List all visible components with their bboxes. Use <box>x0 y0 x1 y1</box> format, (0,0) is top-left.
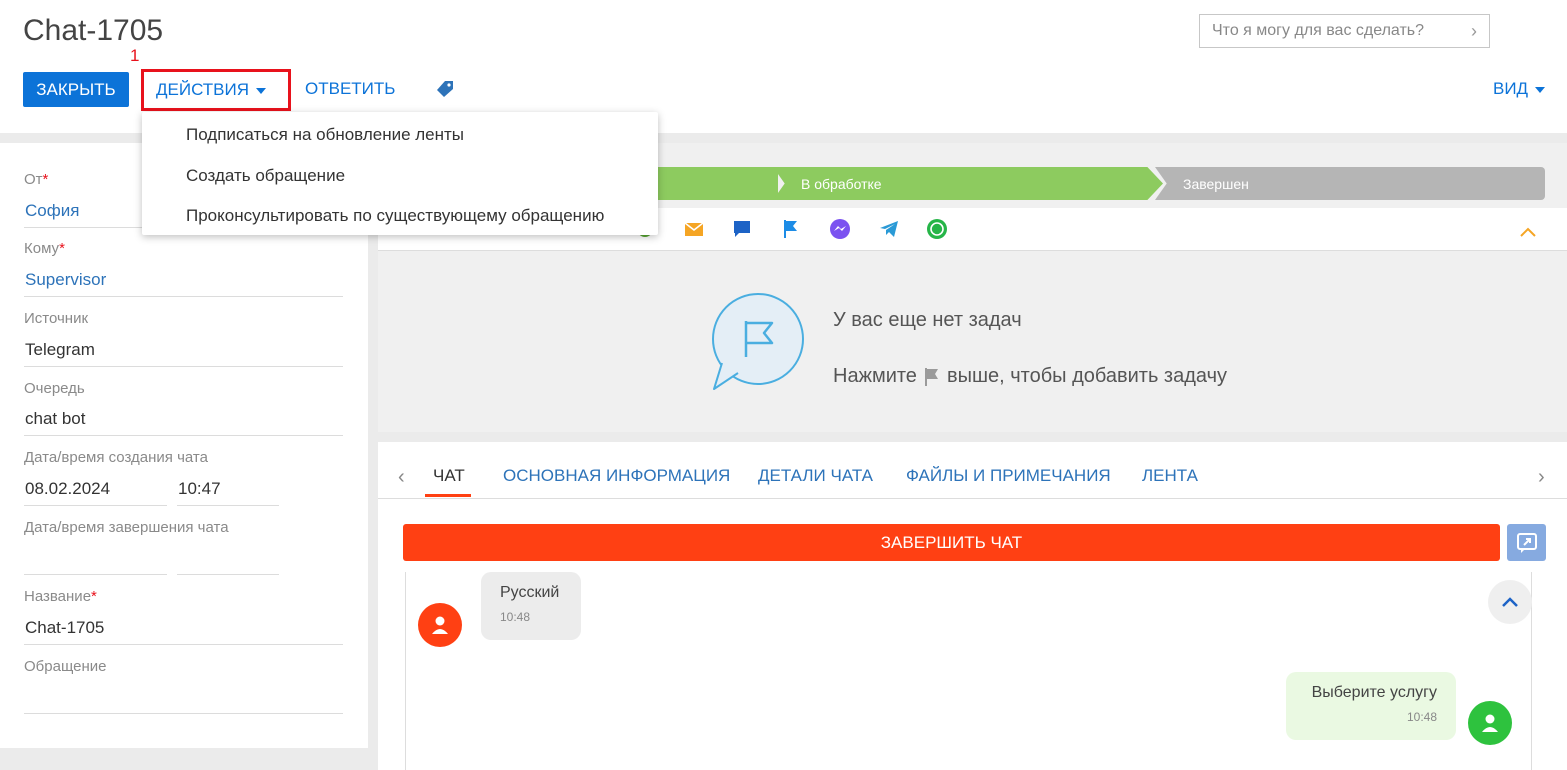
to-field[interactable]: Supervisor <box>25 270 106 290</box>
field-label-finished: Дата/время завершения чата <box>24 519 229 536</box>
field-label-name: Название* <box>24 588 97 605</box>
transfer-chat-button[interactable] <box>1507 524 1546 561</box>
menu-item-create-case[interactable]: Создать обращение <box>186 166 345 186</box>
stage-step[interactable]: Завершен <box>1155 167 1545 200</box>
tab-feed[interactable]: ЛЕНТА <box>1142 466 1198 486</box>
queue-field[interactable]: chat bot <box>25 409 86 429</box>
divider <box>177 505 279 506</box>
user-icon <box>432 616 448 634</box>
whatsapp-icon[interactable] <box>926 218 948 240</box>
close-button[interactable]: ЗАКРЫТЬ <box>23 72 129 107</box>
message-time: 10:48 <box>500 610 531 624</box>
actions-button[interactable]: ДЕЙСТВИЯ <box>141 69 291 111</box>
divider <box>24 435 343 436</box>
empty-tasks-hint: Нажмите выше, чтобы добавить задачу <box>833 365 1227 388</box>
field-label-created: Дата/время создания чата <box>24 449 208 466</box>
messenger-icon[interactable] <box>829 218 851 240</box>
field-label-to: Кому* <box>24 240 65 257</box>
stage-step[interactable]: В обработке <box>773 167 1163 200</box>
flag-icon[interactable] <box>780 218 802 240</box>
tab-chat-details[interactable]: ДЕТАЛИ ЧАТА <box>758 466 873 486</box>
avatar <box>418 603 462 647</box>
created-time-field[interactable]: 10:47 <box>178 479 221 499</box>
chevron-right-icon[interactable]: › <box>1538 466 1545 489</box>
flag-icon <box>924 367 938 386</box>
message-text: Русский <box>500 584 560 601</box>
active-tab-indicator <box>425 494 471 497</box>
chevron-up-icon <box>1502 597 1518 607</box>
chevron-left-icon[interactable]: ‹ <box>398 466 405 489</box>
message-outgoing: Выберите услугу 10:48 <box>1286 672 1456 740</box>
email-icon[interactable] <box>683 218 705 240</box>
view-button-label: ВИД <box>1493 79 1529 98</box>
annotation-marker: 1 <box>130 46 140 65</box>
name-field[interactable]: Chat-1705 <box>25 618 104 638</box>
transfer-icon <box>1516 532 1537 553</box>
hint-text: выше, чтобы добавить задачу <box>946 365 1227 387</box>
tab-files-notes[interactable]: ФАЙЛЫ И ПРИМЕЧАНИЯ <box>906 466 1111 486</box>
hint-text: Нажмите <box>833 365 917 387</box>
telegram-icon[interactable] <box>878 218 900 240</box>
field-label-from: От* <box>24 171 49 188</box>
empty-tasks-title: У вас еще нет задач <box>833 309 1022 331</box>
end-chat-button[interactable]: ЗАВЕРШИТЬ ЧАТ <box>403 524 1500 561</box>
empty-tasks-illustration <box>712 293 804 390</box>
created-date-field[interactable]: 08.02.2024 <box>25 479 110 499</box>
menu-item-subscribe-feed[interactable]: Подписаться на обновление ленты <box>186 125 464 145</box>
field-label-source: Источник <box>24 310 89 327</box>
actions-button-label: ДЕЙСТВИЯ <box>156 80 250 99</box>
page-title: Chat-1705 <box>23 14 164 47</box>
divider <box>24 644 343 645</box>
tab-main-info[interactable]: ОСНОВНАЯ ИНФОРМАЦИЯ <box>503 466 730 486</box>
caret-down-icon <box>1535 87 1546 93</box>
reply-button[interactable]: ОТВЕТИТЬ <box>305 79 395 99</box>
view-button[interactable]: ВИД <box>1493 79 1546 99</box>
divider <box>24 366 343 367</box>
source-field[interactable]: Telegram <box>25 340 95 360</box>
divider <box>24 505 167 506</box>
message-time: 10:48 <box>1406 710 1437 724</box>
tag-icon[interactable] <box>436 80 454 98</box>
caret-down-icon <box>256 88 267 94</box>
divider <box>177 574 279 575</box>
message-text: Выберите услугу <box>1311 684 1437 701</box>
from-field[interactable]: София <box>25 201 79 221</box>
menu-item-consult-existing-case[interactable]: Проконсультировать по существующему обра… <box>186 206 604 226</box>
comment-icon[interactable] <box>731 218 753 240</box>
scroll-up-button[interactable] <box>1488 580 1532 624</box>
avatar <box>1468 701 1512 745</box>
message-incoming: Русский 10:48 <box>481 572 581 640</box>
assistant-search-input[interactable]: Что я могу для вас сделать? › <box>1199 14 1490 48</box>
chat-section: ‹ ЧАТ ОСНОВНАЯ ИНФОРМАЦИЯ ДЕТАЛИ ЧАТА ФА… <box>378 442 1567 770</box>
chevron-up-icon[interactable] <box>1519 226 1537 238</box>
assistant-placeholder: Что я могу для вас сделать? <box>1212 22 1425 39</box>
user-icon <box>1482 714 1498 732</box>
divider <box>24 296 343 297</box>
divider <box>24 713 343 714</box>
divider <box>24 574 167 575</box>
field-label-case: Обращение <box>24 658 107 675</box>
field-label-queue: Очередь <box>24 380 85 397</box>
chat-tabs: ‹ ЧАТ ОСНОВНАЯ ИНФОРМАЦИЯ ДЕТАЛИ ЧАТА ФА… <box>378 442 1567 499</box>
chevron-right-icon[interactable]: › <box>1471 21 1477 42</box>
tab-chat[interactable]: ЧАТ <box>433 466 465 486</box>
actions-dropdown-menu: Подписаться на обновление ленты Создать … <box>142 112 658 235</box>
